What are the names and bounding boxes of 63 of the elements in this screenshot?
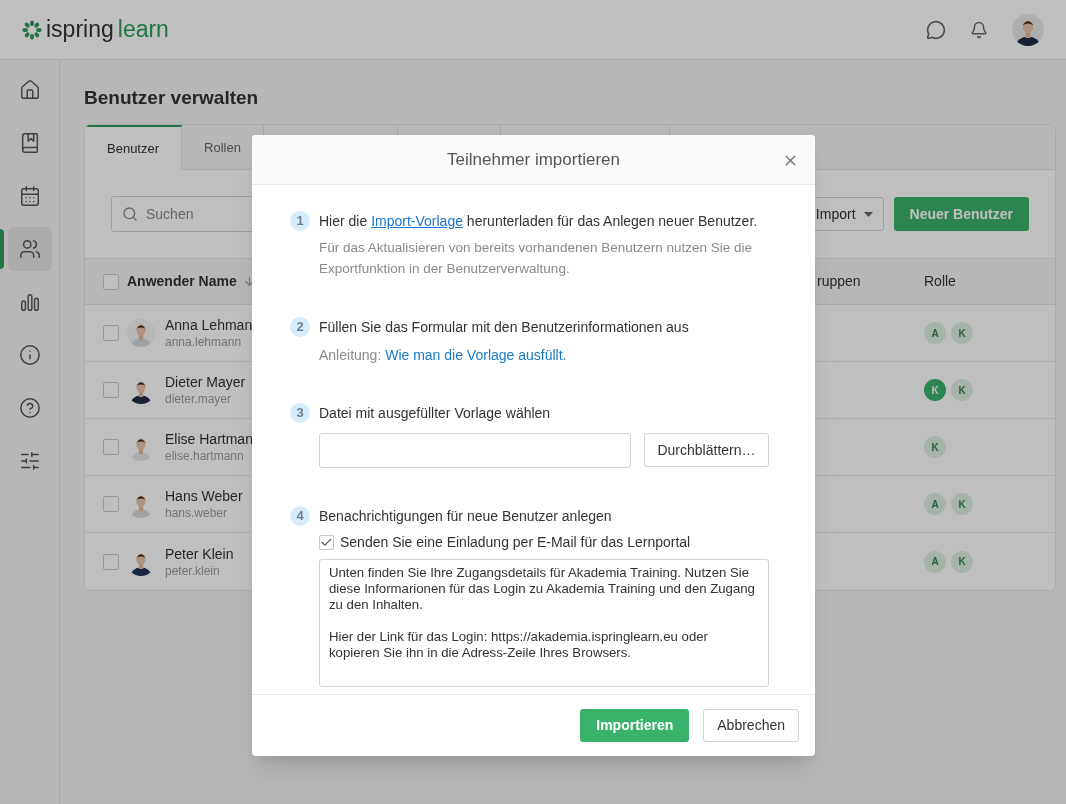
- info-icon: [18, 344, 41, 366]
- column-header[interactable]: Anwender Name: [127, 271, 237, 292]
- user-login: elise.hartmann: [165, 448, 245, 464]
- step-text: Datei mit ausgefüllter Vorlage wählen: [319, 404, 552, 423]
- user-login: dieter.mayer: [165, 391, 233, 407]
- checkbox[interactable]: [103, 325, 119, 341]
- checkbox[interactable]: [103, 496, 119, 512]
- column-header: ruppen: [817, 272, 862, 291]
- role-badge: K: [951, 550, 973, 573]
- role-badge: A: [924, 550, 946, 573]
- user-name[interactable]: Dieter Mayer: [165, 373, 246, 391]
- role-badge: K: [924, 379, 946, 401]
- checkbox[interactable]: [319, 535, 334, 550]
- checkbox[interactable]: [103, 382, 119, 398]
- user-name[interactable]: Peter Klein: [165, 544, 234, 563]
- chat-icon[interactable]: [926, 19, 946, 40]
- column-header: Rolle: [924, 272, 957, 291]
- instructions-hint: Anleitung: Wie man die Vorlage ausfüllt.: [319, 346, 568, 365]
- notifications-icon[interactable]: [970, 20, 988, 39]
- checkbox[interactable]: [103, 273, 119, 290]
- role-badge: A: [924, 493, 946, 515]
- calendar-icon: [18, 185, 41, 207]
- bar-chart-icon: [18, 291, 41, 313]
- step-number: 2: [290, 317, 310, 337]
- checkbox[interactable]: [103, 553, 119, 570]
- user-login: hans.weber: [165, 505, 229, 521]
- user-name[interactable]: Anna Lehman: [165, 316, 253, 334]
- page-title: Benutzer verwalten: [84, 86, 260, 110]
- role-badge: A: [924, 322, 946, 344]
- browse-button[interactable]: Durchblättern…: [644, 433, 769, 467]
- checkbox-label: Senden Sie eine Einladung per E-Mail für das Lernportal: [340, 533, 691, 552]
- step-number: 3: [290, 403, 310, 423]
- step-number: 1: [290, 211, 310, 231]
- user-name[interactable]: Elise Hartman: [165, 430, 253, 448]
- template-link[interactable]: Import-Vorlage: [371, 213, 463, 229]
- tab[interactable]: Benutzer: [85, 125, 183, 170]
- logo-icon: [22, 19, 42, 40]
- message-field[interactable]: Unten finden Sie Ihre Zugangsdetails für Akademia Training. Nutzen Sie diese Informarionen für das Login zu Akademia Training und den Zugang zu den Inhalten. Hier der Link für das Login: https://akademia.ispringlearn.eu oder kopieren Sie ihn in die Adress-Zeile Ihres Browsers.: [319, 559, 769, 687]
- logo-text: ispring learn: [46, 18, 169, 41]
- dialog-title: Teilnehmer importieren: [447, 148, 620, 171]
- sidebar-item[interactable]: [7, 227, 52, 271]
- step-number: 4: [290, 506, 310, 526]
- sliders-icon: [18, 450, 41, 472]
- step-note: Für das Aktualisieren von bereits vorhandenen Benutzern nutzen Sie die Exportfunktion in der Benutzerverwaltung.: [319, 239, 754, 278]
- users-icon: [18, 238, 41, 260]
- instructions-link[interactable]: Wie man die Vorlage ausfüllt.: [385, 347, 567, 363]
- user-name[interactable]: Hans Weber: [165, 487, 243, 505]
- role-badge: K: [924, 436, 946, 458]
- caret-icon: [863, 211, 873, 217]
- user-login: anna.lehmann: [165, 334, 243, 350]
- user-login: peter.klein: [165, 562, 221, 579]
- step-text: Füllen Sie das Formular mit den Benutzerinformationen aus: [319, 318, 689, 337]
- role-badge: K: [951, 322, 973, 344]
- role-badge: K: [951, 493, 973, 515]
- search-icon: [122, 206, 138, 222]
- file-field[interactable]: [319, 433, 631, 468]
- step-text: Benachrichtigungen für neue Benutzer anlegen: [319, 507, 613, 526]
- search-placeholder: Suchen: [146, 204, 194, 224]
- role-badge: K: [951, 379, 973, 401]
- help-icon: [18, 397, 41, 419]
- cancel-button[interactable]: Abbrechen: [703, 709, 799, 742]
- checkbox[interactable]: [103, 439, 119, 455]
- home-icon: [18, 79, 41, 101]
